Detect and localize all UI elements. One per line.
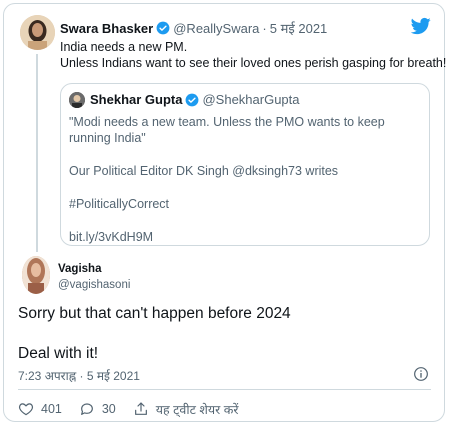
reply-text-line: Deal with it! xyxy=(18,345,99,362)
thread-line xyxy=(36,54,38,252)
like-button[interactable]: 401 xyxy=(18,401,62,417)
reply-icon xyxy=(80,403,93,415)
reply-avatar[interactable] xyxy=(22,256,50,294)
share-button[interactable]: यह ट्वीट शेयर करें xyxy=(133,401,239,418)
quote-text-line: Our Political Editor DK Singh @dksingh73… xyxy=(69,164,339,178)
info-icon[interactable] xyxy=(413,366,429,382)
quoted-tweet[interactable]: Shekhar Gupta @ShekharGupta "Modi needs … xyxy=(60,83,430,246)
quote-hashtag: #PoliticallyCorrect xyxy=(69,197,170,211)
parent-text-line: India needs a new PM. xyxy=(60,40,188,54)
action-bar: 401 30 यह ट्वीट शेयर करें xyxy=(18,399,255,419)
parent-tweet-text: India needs a new PM. Unless Indians wan… xyxy=(60,39,446,71)
quote-author-handle: @ShekharGupta xyxy=(202,92,300,107)
heart-icon xyxy=(18,403,34,416)
reply-author-handle[interactable]: @vagishasoni xyxy=(58,279,130,291)
quote-link: bit.ly/3vKdH9M xyxy=(69,230,154,244)
separator-dot: · xyxy=(262,20,267,36)
reply-timestamp[interactable]: 7:23 अपराह्न · 5 मई 2021 xyxy=(18,367,140,384)
divider xyxy=(18,389,431,390)
quote-body: "Modi needs a new team. Unless the PMO w… xyxy=(69,114,419,245)
share-icon xyxy=(134,402,147,415)
verified-badge-icon xyxy=(186,93,199,106)
parent-author-name[interactable]: Swara Bhasker xyxy=(60,21,153,36)
parent-header: Swara Bhasker @ReallySwara · 5 मई 2021 xyxy=(60,19,327,37)
quote-avatar xyxy=(69,92,85,108)
twitter-bird-icon[interactable] xyxy=(411,16,431,36)
parent-text-line: Unless Indians want to see their loved o… xyxy=(60,56,447,70)
reply-count: 30 xyxy=(101,402,116,416)
reply-button[interactable]: 30 xyxy=(79,401,116,417)
parent-date[interactable]: 5 मई 2021 xyxy=(270,19,328,37)
parent-avatar[interactable] xyxy=(20,15,55,50)
reply-author-name[interactable]: Vagisha xyxy=(58,263,101,275)
share-label: यह ट्वीट शेयर करें xyxy=(155,402,239,417)
like-count: 401 xyxy=(41,402,62,416)
verified-badge-icon xyxy=(156,21,170,35)
reply-text-line: Sorry but that can't happen before 2024 xyxy=(18,305,291,322)
quote-header: Shekhar Gupta @ShekharGupta xyxy=(90,92,300,107)
parent-author-handle[interactable]: @ReallySwara xyxy=(173,21,259,36)
quote-text-line: "Modi needs a new team. Unless the PMO w… xyxy=(69,115,385,145)
quote-author-name: Shekhar Gupta xyxy=(90,92,183,107)
